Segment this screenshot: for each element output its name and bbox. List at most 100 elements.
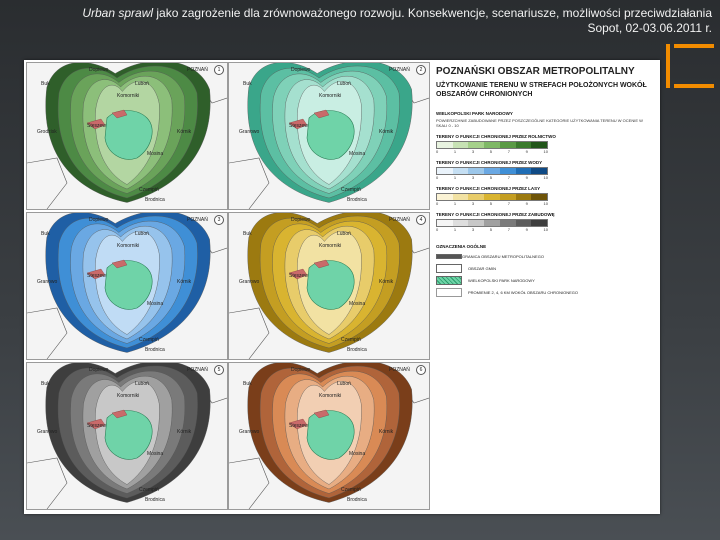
scale-swatch	[484, 194, 500, 200]
scale-tick: 7	[507, 227, 510, 232]
legend-item: WIELKOPOLSKI PARK NARODOWY	[436, 276, 654, 285]
scale-swatch	[437, 220, 453, 226]
scale-swatch	[531, 142, 548, 148]
place-label: Granowo	[37, 279, 58, 285]
scale-tick: 1	[453, 201, 457, 206]
scale-tick: 5	[489, 227, 492, 232]
place-label: Stęszew	[289, 273, 308, 279]
place-label: Komorniki	[117, 393, 140, 399]
scale-swatch	[468, 220, 485, 226]
place-label: Komorniki	[117, 243, 140, 249]
legend-color-scale	[436, 193, 548, 201]
legend-scale-ticks: 0 1 3 5 7 9 10	[436, 227, 548, 232]
map-graphic	[229, 363, 429, 509]
legend-title: POZNAŃSKI OBSZAR METROPOLITALNY	[436, 66, 635, 77]
place-label: Brodnica	[145, 197, 165, 203]
scale-swatch	[484, 142, 500, 148]
scale-swatch	[452, 142, 469, 148]
legend-item-label: OBSZAR GMIN	[468, 266, 497, 271]
slide-header: Urban sprawl jako zagrożenie dla zrównow…	[62, 6, 712, 36]
scale-tick: 5	[489, 201, 492, 206]
place-label: POZNAŃ	[187, 367, 208, 373]
place-label: Kórnik	[379, 279, 394, 285]
place-label: Kórnik	[379, 429, 394, 435]
map-graphic	[229, 63, 429, 209]
legend-color-scale	[436, 219, 548, 227]
place-label: Brodnica	[347, 197, 367, 203]
place-label: Luboń	[135, 381, 149, 387]
place-label: Kórnik	[177, 279, 192, 285]
place-label: Mosina	[147, 151, 164, 157]
place-label: Buk	[243, 381, 252, 387]
scale-swatch	[468, 142, 485, 148]
place-label: POZNAŃ	[389, 367, 410, 373]
map-number-badge: 2	[416, 65, 426, 75]
scale-swatch	[468, 168, 485, 174]
scale-tick: 0	[436, 201, 439, 206]
scale-tick: 10	[543, 175, 548, 180]
place-label: Luboń	[337, 381, 351, 387]
scale-swatch	[531, 168, 548, 174]
place-label: Buk	[243, 231, 252, 237]
place-label: Kórnik	[177, 129, 192, 135]
scale-tick: 7	[507, 175, 510, 180]
scale-swatch	[452, 194, 469, 200]
place-label: Luboń	[135, 81, 149, 87]
place-label: Mosina	[147, 301, 164, 307]
scale-swatch	[515, 194, 532, 200]
place-label: POZNAŃ	[187, 67, 208, 73]
scenario-map-1: 1 Dopiewo POZNAŃ Buk Luboń Komorniki Stęszew Gr…	[26, 62, 228, 210]
place-label: Brodnica	[347, 347, 367, 353]
legend-subtitle: UŻYTKOWANIE TERENU W STREFACH POŁOŻONYCH…	[436, 82, 647, 98]
scale-tick: 10	[543, 227, 548, 232]
scale-tick: 1	[453, 227, 457, 232]
place-label: Dopiewo	[89, 67, 109, 73]
scale-swatch	[499, 168, 516, 174]
accent-bar	[666, 44, 670, 88]
map-graphic	[229, 213, 429, 359]
legend-item-label: PROMIENIE 2, 4, 6 KM WOKÓŁ OBSZARU CHRON…	[468, 290, 579, 295]
place-label: Czempiń	[341, 337, 361, 343]
legend-item-label: GRANICA OBSZARU METROPOLITALNEGO	[462, 254, 544, 259]
place-label: Brodnica	[145, 347, 165, 353]
place-label: Granowo	[37, 429, 58, 435]
place-label: Komorniki	[319, 93, 342, 99]
legend-swatch	[436, 264, 462, 273]
scale-tick: 7	[507, 149, 510, 154]
place-label: Komorniki	[117, 93, 140, 99]
map-number-badge: 3	[214, 215, 224, 225]
legend-panel: POZNAŃSKI OBSZAR METROPOLITALNY UŻYTKOWA…	[434, 62, 656, 510]
legend-item: OBSZAR GMIN	[436, 264, 654, 273]
place-label: Dopiewo	[89, 367, 109, 373]
place-label: Stęszew	[87, 123, 106, 129]
place-label: Komorniki	[319, 393, 342, 399]
legend-scale-ticks: 0 1 3 5 7 9 10	[436, 149, 548, 154]
map-number-badge: 5	[214, 365, 224, 375]
place-label: Luboń	[337, 231, 351, 237]
legend-scale-head: TERENY O FUNKCJI CHRONIONEJ PRZEZ LASY	[436, 186, 541, 191]
place-label: POZNAŃ	[389, 67, 410, 73]
place-label: Granowo	[239, 129, 260, 135]
legend-item-label: WIELKOPOLSKI PARK NARODOWY	[468, 278, 535, 283]
place-label: Luboń	[135, 231, 149, 237]
header-subtitle: Sopot, 02-03.06.2011 r.	[587, 21, 712, 35]
place-label: POZNAŃ	[389, 217, 410, 223]
scale-tick: 3	[471, 227, 475, 232]
legend-swatch	[436, 276, 462, 285]
place-label: Mosina	[349, 301, 366, 307]
place-label: Buk	[41, 231, 50, 237]
scale-swatch	[515, 168, 532, 174]
scale-tick: 9	[525, 201, 528, 206]
place-label: Kórnik	[379, 129, 394, 135]
place-label: Buk	[41, 381, 50, 387]
place-label: Stęszew	[289, 423, 308, 429]
legend-scale-section: TERENY O FUNKCJI CHRONIONEJ PRZEZ WODY 0 1…	[434, 160, 656, 180]
scale-tick: 0	[436, 227, 439, 232]
scale-tick: 0	[436, 175, 439, 180]
map-graphic	[27, 63, 227, 209]
legend-scale-section: TERENY O FUNKCJI CHRONIONEJ PRZEZ LASY 0 1…	[434, 186, 656, 206]
place-label: Buk	[41, 81, 50, 87]
scale-swatch	[499, 194, 516, 200]
scale-tick: 7	[507, 201, 510, 206]
scenario-map-6: 6 Dopiewo POZNAŃ Buk Luboń Komorniki Stęszew Gr…	[228, 362, 430, 510]
